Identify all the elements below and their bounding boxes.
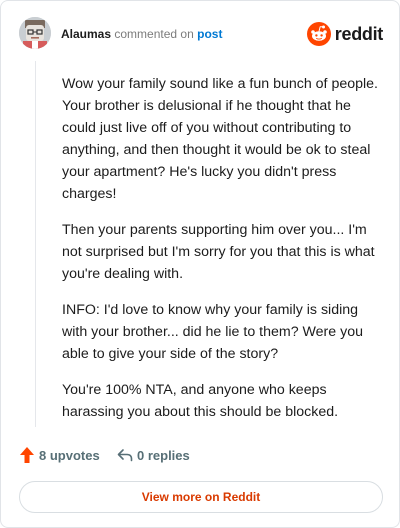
reply-count: 0 replies bbox=[137, 447, 190, 463]
comment-paragraph: INFO: I'd love to know why your family i… bbox=[62, 302, 363, 362]
view-more-button[interactable]: View more on Reddit bbox=[19, 481, 383, 513]
comment-paragraph: You're 100% NTA, and anyone who keeps ha… bbox=[62, 382, 339, 420]
comment-embed-card: Alaumas commented on post reddit Wow you… bbox=[0, 0, 400, 528]
post-link[interactable]: post bbox=[197, 27, 222, 41]
avatar[interactable] bbox=[19, 17, 51, 49]
upvote-arrow-icon bbox=[20, 447, 34, 463]
reddit-wordmark: reddit bbox=[334, 23, 384, 44]
reply-arrow-icon bbox=[117, 449, 133, 462]
reddit-brand[interactable]: reddit bbox=[306, 21, 384, 47]
byline-verb: commented on bbox=[114, 27, 194, 41]
comment-paragraph: Wow your family sound like a fun bunch o… bbox=[62, 76, 378, 202]
avatar-image bbox=[19, 17, 51, 49]
thread-line bbox=[35, 61, 36, 427]
comment-header: Alaumas commented on post reddit bbox=[19, 17, 383, 51]
upvote-count: 8 upvotes bbox=[39, 447, 100, 463]
comment-paragraph: Then your parents supporting him over yo… bbox=[62, 222, 375, 282]
reddit-logo-icon bbox=[306, 22, 331, 46]
upvote-button[interactable]: 8 upvotes bbox=[19, 445, 100, 465]
username[interactable]: Alaumas bbox=[61, 27, 111, 41]
comment-body: Wow your family sound like a fun bunch o… bbox=[62, 73, 380, 437]
byline: Alaumas commented on post bbox=[61, 26, 222, 42]
comment-actions: 8 upvotes 0 replies bbox=[19, 445, 379, 465]
reply-button[interactable]: 0 replies bbox=[117, 445, 190, 465]
